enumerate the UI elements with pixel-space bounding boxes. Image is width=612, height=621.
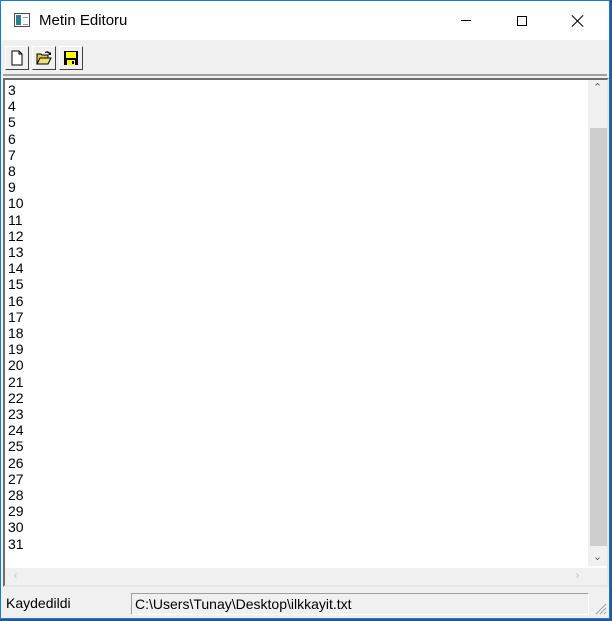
scroll-left-arrow-icon[interactable]: ‹ [7, 568, 24, 585]
editor-line: 27 [8, 470, 24, 487]
open-folder-icon [36, 51, 52, 65]
editor-line: 26 [8, 454, 24, 471]
editor-line: 16 [8, 292, 24, 309]
scroll-up-arrow-icon[interactable]: ⌃ [588, 80, 607, 97]
scroll-right-arrow-icon[interactable]: › [569, 568, 586, 585]
editor-line: 13 [8, 244, 24, 261]
editor-line: 11 [8, 211, 23, 228]
editor-line: 29 [8, 503, 24, 520]
editor-line: 28 [8, 487, 24, 504]
new-file-button[interactable] [5, 46, 29, 70]
editor-line: 10 [8, 195, 24, 212]
editor-line: 22 [8, 389, 24, 406]
editor-frame: 3 4 5 6 7 8 9 10 11 12 13 14 15 16 17 18 19 20 21 22 23 24 25 2… [3, 78, 609, 587]
window-title: Metin Editoru [39, 12, 128, 29]
toolbar [3, 44, 607, 76]
editor-line: 25 [8, 438, 24, 455]
title-bar[interactable]: Metin Editoru [1, 1, 609, 40]
editor-line: 12 [8, 227, 24, 244]
file-path-text: C:\Users\Tunay\Desktop\ilkkayit.txt [131, 593, 589, 615]
maximize-button[interactable] [499, 1, 545, 40]
close-icon [571, 14, 585, 28]
close-button[interactable] [555, 1, 601, 40]
save-status-text: Kaydedildi [6, 595, 71, 611]
editor-line: 20 [8, 357, 24, 374]
new-file-icon [11, 50, 23, 66]
editor-line: 6 [8, 130, 16, 147]
editor-line: 24 [8, 422, 24, 439]
editor-line: 31 [8, 535, 24, 552]
editor-line: 3 [8, 82, 16, 98]
editor-line: 5 [8, 114, 16, 131]
maximize-icon [517, 15, 527, 26]
editor-line: 30 [8, 519, 24, 536]
editor-line: 17 [8, 308, 24, 325]
editor-line: 18 [8, 325, 24, 342]
editor-line: 4 [8, 98, 16, 115]
minimize-icon [461, 20, 471, 21]
save-floppy-icon [64, 51, 78, 65]
scrollbar-corner [588, 568, 607, 585]
editor-line: 8 [8, 163, 16, 180]
editor-line: 15 [8, 276, 24, 293]
editor-line: 7 [8, 146, 16, 163]
scroll-down-arrow-icon[interactable]: ⌄ [588, 549, 607, 566]
vertical-scrollbar[interactable]: ⌃ ⌄ [588, 80, 607, 566]
editor-line: 14 [8, 260, 24, 277]
editor-line: 23 [8, 406, 24, 423]
horizontal-scrollbar[interactable]: ‹ › [5, 568, 588, 585]
editor-line: 19 [8, 341, 24, 358]
resize-grip-icon[interactable] [593, 601, 607, 615]
app-icon [14, 13, 30, 27]
open-file-button[interactable] [32, 46, 56, 70]
editor-line: 21 [8, 373, 24, 390]
app-window: Metin Editoru 3 4 5 6 7 8 9 10 11 12 13 … [0, 0, 610, 619]
minimize-button[interactable] [443, 1, 489, 40]
vertical-scroll-thumb[interactable] [590, 128, 607, 546]
editor-line: 9 [8, 179, 16, 196]
text-editor-area[interactable]: 3 4 5 6 7 8 9 10 11 12 13 14 15 16 17 18 19 20 21 22 23 24 25 2… [7, 82, 586, 568]
save-file-button[interactable] [59, 46, 83, 70]
status-bar: Kaydedildi C:\Users\Tunay\Desktop\ilkkay… [1, 590, 609, 618]
